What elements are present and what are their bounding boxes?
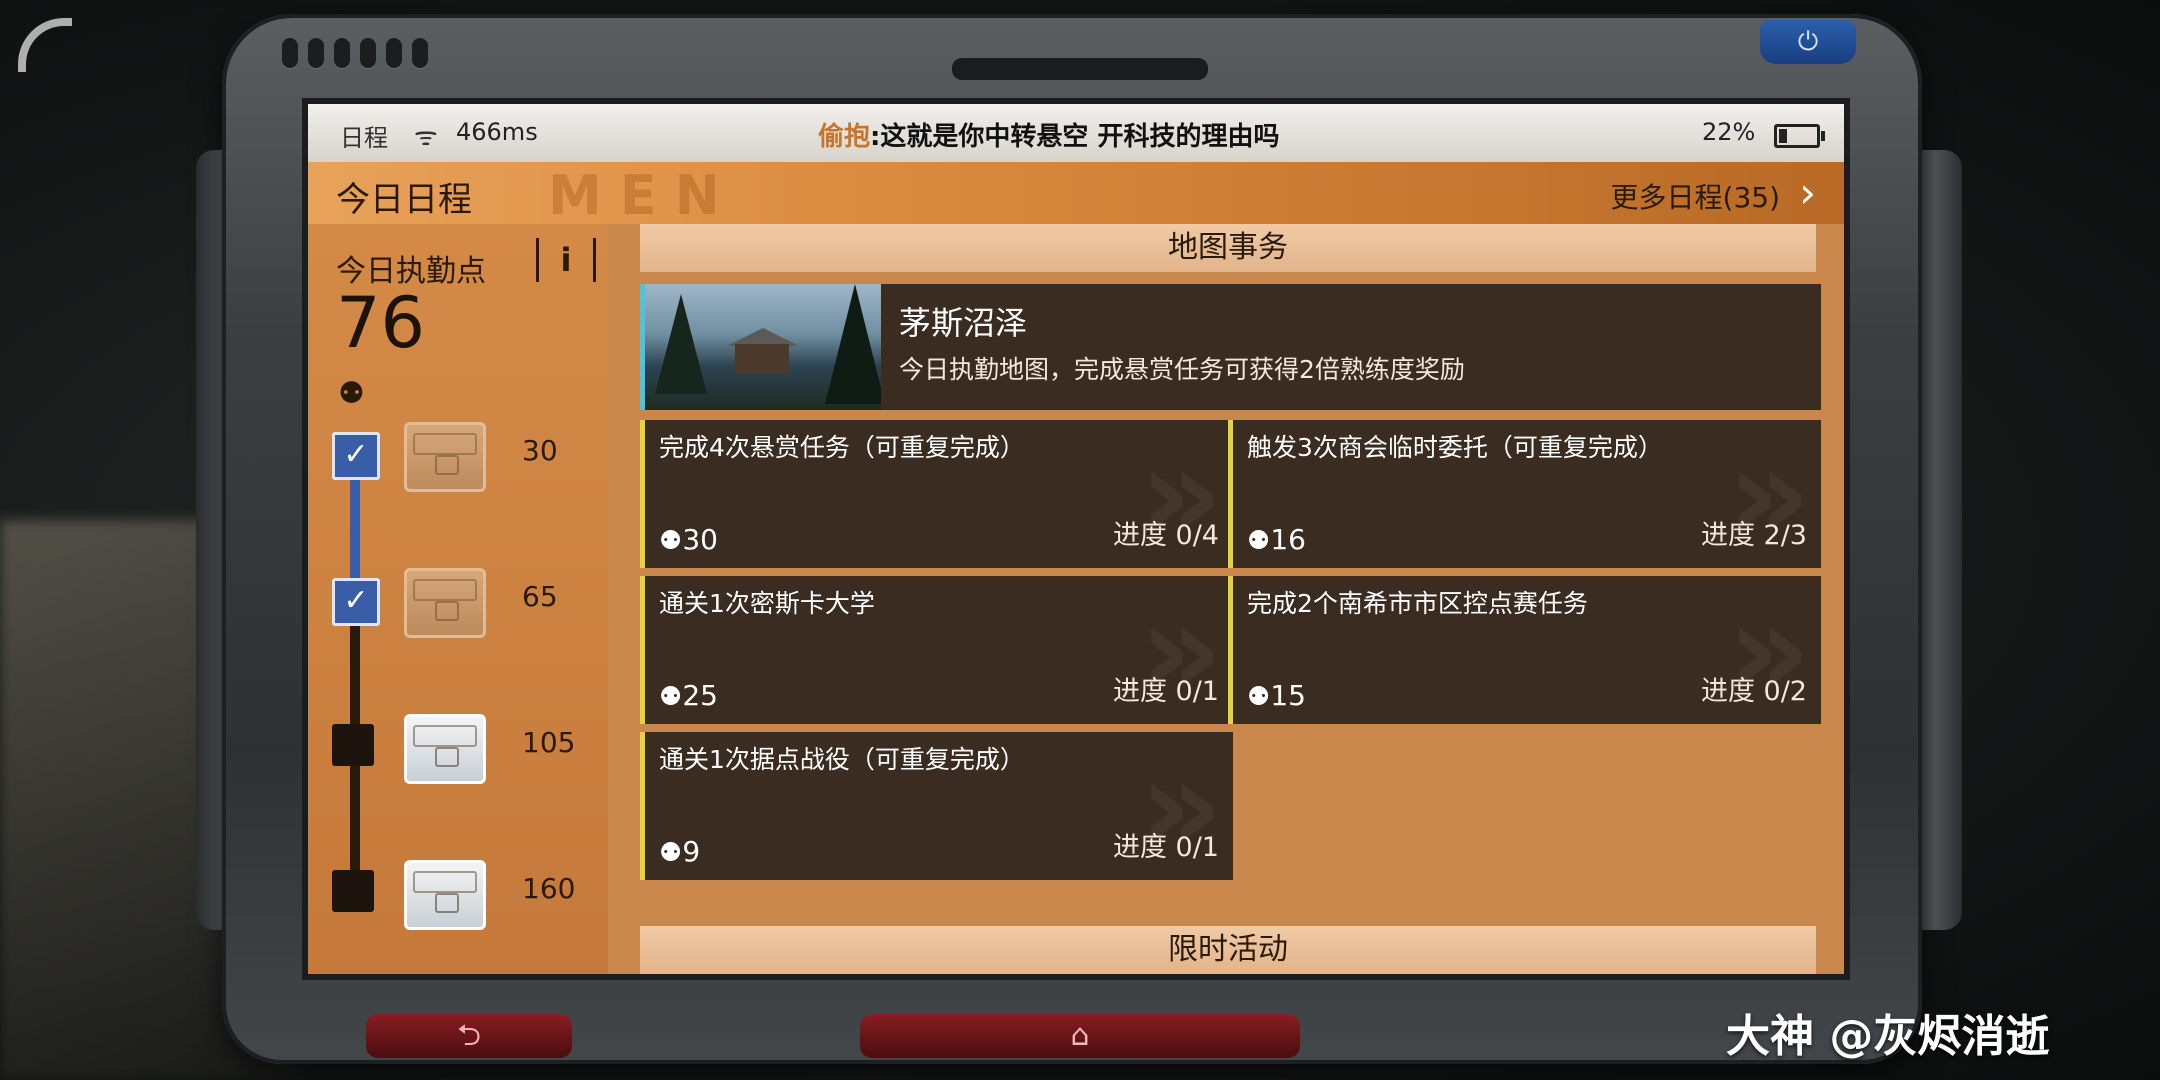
task-progress: 进度 0/1 <box>1112 676 1219 707</box>
chat-sender: 偷抱 <box>818 122 871 152</box>
map-description: 今日执勤地图，完成悬赏任务可获得2倍熟练度奖励 <box>899 355 1465 384</box>
map-section-heading: 地图事务 <box>640 224 1816 272</box>
task-reward: ⚉9 <box>659 835 701 868</box>
closed-chest-icon[interactable] <box>404 860 486 930</box>
device-slot <box>952 58 1208 80</box>
task-title: 触发3次商会临时委托（可重复完成） <box>1247 433 1663 462</box>
closed-chest-icon[interactable] <box>404 714 486 784</box>
task-progress: 进度 0/1 <box>1112 832 1219 863</box>
task-reward: ⚉25 <box>659 679 718 712</box>
info-button[interactable]: i <box>536 238 596 282</box>
chat-ticker: 偷抱:这就是你中转悬空 开科技的理由吗 <box>818 116 1279 153</box>
more-schedule-link[interactable]: 更多日程(35) <box>1611 176 1780 216</box>
task-card[interactable]: » 完成2个南希市市区控点赛任务 ⚉15 进度 0/2 <box>1228 576 1821 724</box>
task-progress: 进度 0/2 <box>1700 676 1807 707</box>
duty-value: 76 <box>336 282 426 364</box>
ping-value: 466ms <box>456 118 538 146</box>
task-title: 通关1次密斯卡大学 <box>659 589 875 618</box>
opened-chest-icon[interactable] <box>404 422 486 492</box>
task-reward: ⚉30 <box>659 523 718 556</box>
back-button[interactable]: ⮌ <box>366 1014 572 1058</box>
battery-percent: 22% <box>1702 118 1756 146</box>
power-icon: ⏻ <box>1797 27 1819 57</box>
task-title: 通关1次据点战役（可重复完成） <box>659 745 1025 774</box>
chevron-right-icon[interactable]: › <box>1799 168 1816 217</box>
milestone-square-icon <box>332 724 374 766</box>
task-title: 完成2个南希市市区控点赛任务 <box>1247 589 1588 618</box>
milestone-row: 160 <box>308 842 608 942</box>
header-decor-text: MEN <box>548 164 738 227</box>
wifi-icon: ᯤ <box>414 122 438 152</box>
milestone-row: ✓ 65 <box>308 550 608 650</box>
page-title: 今日日程 <box>336 180 472 220</box>
milestone-row: 105 <box>308 696 608 796</box>
task-reward: ⚉16 <box>1247 523 1306 556</box>
duty-point-icon: ⚉ <box>659 682 683 712</box>
task-reward: ⚉15 <box>1247 679 1306 712</box>
home-button[interactable]: ⌂ <box>860 1014 1300 1058</box>
milestone-check-icon: ✓ <box>332 578 380 626</box>
opened-chest-icon[interactable] <box>404 568 486 638</box>
map-thumbnail <box>645 284 881 410</box>
map-card[interactable]: 茅斯沼泽 今日执勤地图，完成悬赏任务可获得2倍熟练度奖励 <box>640 284 1821 410</box>
schedule-header: 今日日程 MEN 更多日程(35) › <box>308 162 1844 227</box>
duty-point-icon: ⚉ <box>659 526 683 556</box>
milestone-square-icon <box>332 870 374 912</box>
home-icon: ⌂ <box>1070 1018 1090 1053</box>
duty-point-icon: ⚉ <box>659 838 683 868</box>
duty-points-panel: 今日执勤点 i 76 ⚉ ✓ 30 ✓ 65 105 160 <box>308 224 608 974</box>
speaker-grille <box>282 38 428 68</box>
status-schedule-label: 日程 <box>340 124 388 152</box>
corner-icon <box>18 18 72 72</box>
milestone-row: ✓ 30 <box>308 404 608 504</box>
task-card[interactable]: » 触发3次商会临时委托（可重复完成） ⚉16 进度 2/3 <box>1228 420 1821 568</box>
milestone-value: 30 <box>522 434 558 467</box>
task-title: 完成4次悬赏任务（可重复完成） <box>659 433 1025 462</box>
chat-message: :这就是你中转悬空 开科技的理由吗 <box>870 122 1280 152</box>
task-card[interactable]: » 完成4次悬赏任务（可重复完成） ⚉30 进度 0/4 <box>640 420 1233 568</box>
milestone-value: 160 <box>522 872 576 905</box>
task-card[interactable]: » 通关1次密斯卡大学 ⚉25 进度 0/1 <box>640 576 1233 724</box>
task-card[interactable]: » 通关1次据点战役（可重复完成） ⚉9 进度 0/1 <box>640 732 1233 880</box>
watermark: 大神 @灰烬消逝 <box>1726 1011 2050 1062</box>
milestone-value: 105 <box>522 726 576 759</box>
screen: 日程 ᯤ 466ms 偷抱:这就是你中转悬空 开科技的理由吗 22% 今日日程 … <box>308 104 1844 974</box>
milestone-value: 65 <box>522 580 558 613</box>
back-icon: ⮌ <box>456 1018 482 1053</box>
battery-icon <box>1774 124 1825 148</box>
task-progress: 进度 0/4 <box>1112 520 1219 551</box>
milestone-check-icon: ✓ <box>332 432 380 480</box>
power-button[interactable]: ⏻ <box>1760 20 1856 64</box>
tasks-panel: 地图事务 茅斯沼泽 今日执勤地图，完成悬赏任务可获得2倍熟练度奖励 » 完成4次… <box>632 224 1824 974</box>
map-name: 茅斯沼泽 <box>899 304 1028 342</box>
duty-point-icon: ⚉ <box>1247 682 1271 712</box>
status-bar: 日程 ᯤ 466ms 偷抱:这就是你中转悬空 开科技的理由吗 22% <box>308 104 1844 162</box>
duty-point-icon: ⚉ <box>1247 526 1271 556</box>
limited-section-heading: 限时活动 <box>640 926 1816 974</box>
task-progress: 进度 2/3 <box>1700 520 1807 551</box>
